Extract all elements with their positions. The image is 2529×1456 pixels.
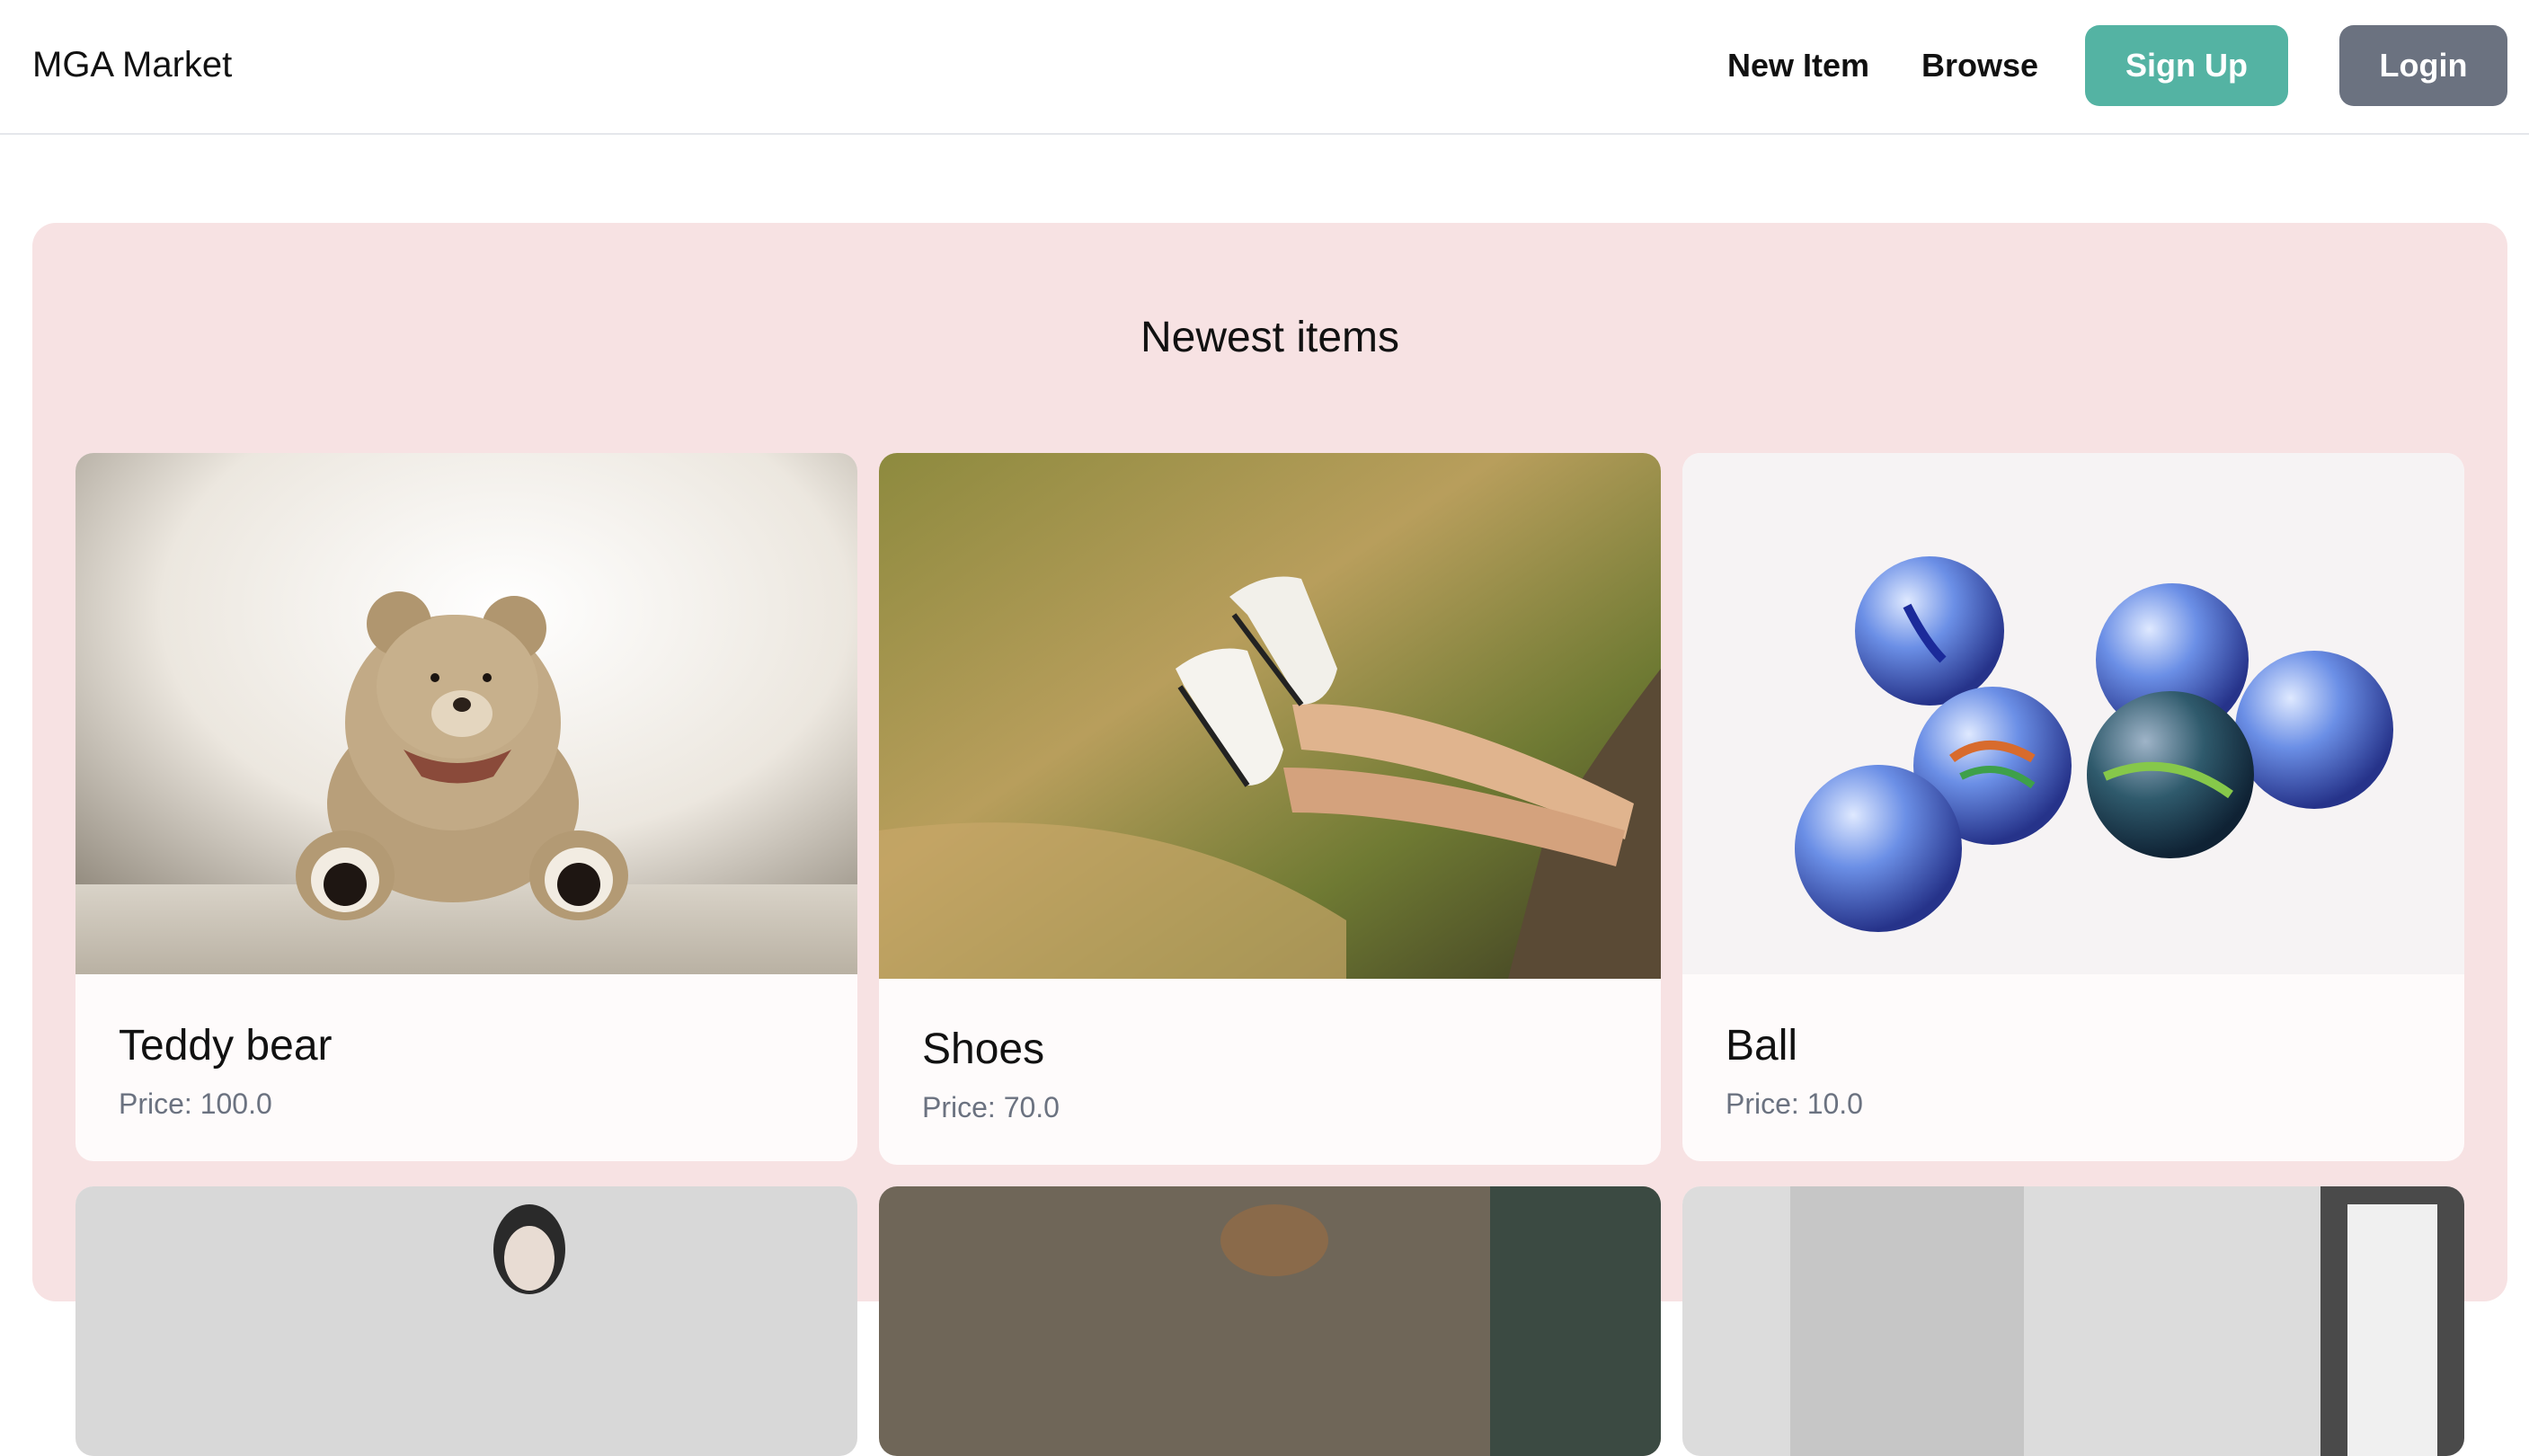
login-button[interactable]: Login [2339,25,2507,106]
item-card[interactable] [879,1186,1661,1456]
shoes-image[interactable] [879,453,1661,979]
item-price: Price: 100.0 [119,1088,272,1120]
item-card-ball[interactable]: Ball Price: 10.0 [1682,453,2464,1161]
newest-items-section: Newest items Teddy bear Price: 100.0 Sho… [32,223,2507,1456]
teddy-bear-image[interactable] [75,453,857,974]
item-name[interactable]: Teddy bear [119,1021,333,1070]
item-image[interactable] [1682,1186,2464,1456]
item-card[interactable] [1682,1186,2464,1456]
item-name[interactable]: Shoes [922,1025,1044,1074]
item-card[interactable] [75,1186,857,1456]
ball-image[interactable] [1682,453,2464,974]
nav-link-browse[interactable]: Browse [1921,47,2038,84]
item-card-teddy-bear[interactable]: Teddy bear Price: 100.0 [75,453,857,1161]
item-image[interactable] [879,1186,1661,1456]
brand-logo[interactable]: MGA Market [32,45,232,85]
item-name[interactable]: Ball [1726,1021,1797,1070]
item-image[interactable] [75,1186,857,1456]
sign-up-button[interactable]: Sign Up [2085,25,2288,106]
section-title: Newest items [1140,314,1400,361]
item-price: Price: 10.0 [1726,1088,1863,1120]
navbar: MGA Market New Item Browse Sign Up Login [0,0,2529,135]
item-price: Price: 70.0 [922,1091,1060,1123]
item-card-shoes[interactable]: Shoes Price: 70.0 [879,453,1661,1165]
nav-link-new-item[interactable]: New Item [1727,47,1869,84]
